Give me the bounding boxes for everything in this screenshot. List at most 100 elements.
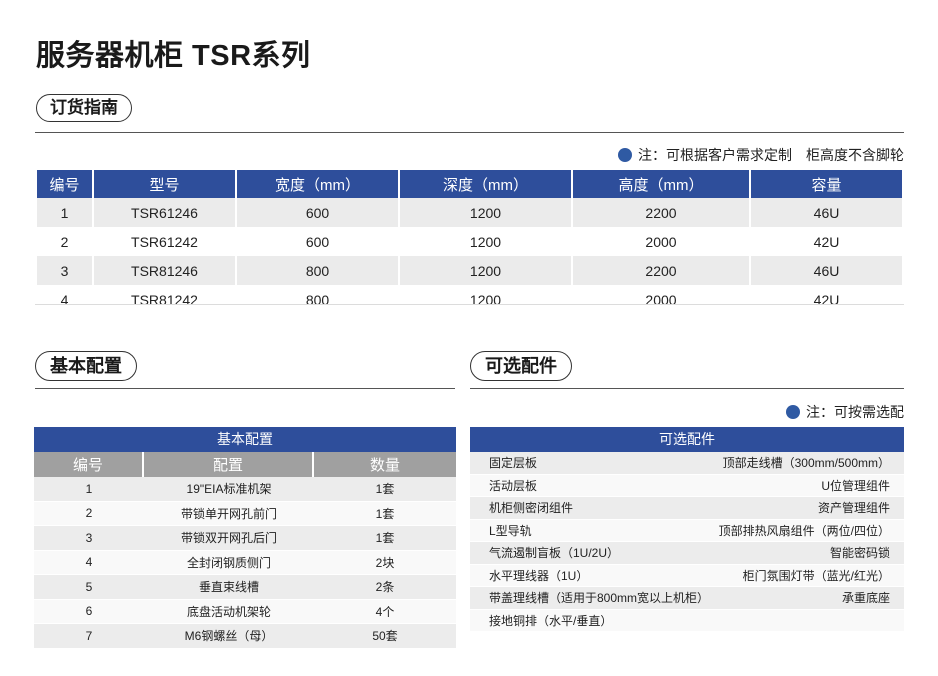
header-depth: 深度（mm） (400, 170, 571, 198)
cell-quantity: 1套 (314, 477, 456, 502)
item-left: 固定层板 (489, 456, 538, 471)
item-right: 顶部排热风扇组件（两位/四位） (718, 523, 890, 538)
list-item: 气流遏制盲板（1U/2U） 智能密码锁 (470, 542, 904, 565)
item-left: 机柜侧密闭组件 (489, 501, 574, 516)
section-divider (470, 388, 904, 389)
table-bottom-rule (35, 304, 904, 305)
item-left: 接地铜排（水平/垂直） (489, 613, 613, 628)
cell-width: 800 (237, 285, 398, 314)
cell-config: M6钢螺丝（母） (144, 624, 314, 649)
header-height: 高度（mm） (573, 170, 749, 198)
table-row: 4 全封闭钢质侧门 2块 (34, 550, 456, 575)
header-quantity: 数量 (314, 452, 456, 477)
cell-number: 4 (34, 550, 144, 575)
optional-note-text: 注：可按需选配 (806, 404, 904, 420)
table-row: 5 垂直束线槽 2条 (34, 575, 456, 600)
cell-height: 2000 (573, 285, 749, 314)
table-row: 6 底盘活动机架轮 4个 (34, 599, 456, 624)
cell-model: TSR61242 (94, 227, 235, 256)
cell-quantity: 50套 (314, 624, 456, 649)
cell-width: 800 (237, 256, 398, 285)
item-left: L型导轨 (489, 523, 532, 538)
cell-quantity: 2块 (314, 550, 456, 575)
cell-config: 垂直束线槽 (144, 575, 314, 600)
ordering-note-text: 注：可根据客户需求定制 柜高度不含脚轮 (638, 147, 904, 163)
cell-number: 3 (34, 526, 144, 551)
cell-config: 带锁双开网孔后门 (144, 526, 314, 551)
list-item: 水平理线器（1U） 柜门氛围灯带（蓝光/红光） (470, 564, 904, 587)
item-right: U位管理组件 (821, 478, 890, 493)
list-item: 固定层板 顶部走线槽（300mm/500mm） (470, 452, 904, 475)
item-right: 资产管理组件 (817, 501, 890, 516)
item-left: 气流遏制盲板（1U/2U） (489, 546, 620, 561)
ordering-note: 注：可根据客户需求定制 柜高度不含脚轮 (618, 145, 904, 165)
table-row: 3 带锁双开网孔后门 1套 (34, 526, 456, 551)
item-left: 水平理线器（1U） (489, 568, 589, 583)
table-row: 7 M6钢螺丝（母） 50套 (34, 624, 456, 649)
item-left: 活动层板 (489, 478, 538, 493)
table-row: 1 TSR61246 600 1200 2200 46U (37, 198, 902, 227)
cell-height: 2200 (573, 256, 749, 285)
item-right: 顶部走线槽（300mm/500mm） (722, 456, 890, 471)
section-label-ordering: 订货指南 (36, 94, 132, 122)
item-right: 承重底座 (841, 591, 890, 606)
section-divider (35, 132, 904, 133)
cell-config: 全封闭钢质侧门 (144, 550, 314, 575)
cell-width: 600 (237, 198, 398, 227)
cell-number: 2 (37, 227, 92, 256)
header-width: 宽度（mm） (237, 170, 398, 198)
cell-number: 6 (34, 599, 144, 624)
list-item: 接地铜排（水平/垂直） (470, 609, 904, 632)
optional-table-title: 可选配件 (470, 427, 904, 452)
cell-quantity: 4个 (314, 599, 456, 624)
cell-capacity: 42U (751, 227, 902, 256)
cell-number: 5 (34, 575, 144, 600)
optional-note: 注：可按需选配 (786, 402, 904, 422)
optional-accessories-table: 可选配件 固定层板 顶部走线槽（300mm/500mm） 活动层板 U位管理组件… (470, 427, 904, 632)
header-capacity: 容量 (751, 170, 902, 198)
table-row: 4 TSR81242 800 1200 2000 42U (37, 285, 902, 314)
cell-model: TSR61246 (94, 198, 235, 227)
cell-number: 7 (34, 624, 144, 649)
cell-width: 600 (237, 227, 398, 256)
page-title: 服务器机柜 TSR系列 (36, 40, 311, 72)
item-left: 带盖理线槽（适用于800mm宽以上机柜） (489, 591, 710, 606)
header-model: 型号 (94, 170, 235, 198)
list-item: 机柜侧密闭组件 资产管理组件 (470, 497, 904, 520)
cell-config: 19"EIA标准机架 (144, 477, 314, 502)
cell-capacity: 46U (751, 198, 902, 227)
list-item: L型导轨 顶部排热风扇组件（两位/四位） (470, 519, 904, 542)
table-row: 3 TSR81246 800 1200 2200 46U (37, 256, 902, 285)
list-item: 带盖理线槽（适用于800mm宽以上机柜） 承重底座 (470, 587, 904, 610)
cell-height: 2200 (573, 198, 749, 227)
cell-model: TSR81246 (94, 256, 235, 285)
cell-number: 1 (37, 198, 92, 227)
header-number: 编号 (34, 452, 144, 477)
cell-number: 3 (37, 256, 92, 285)
basic-config-table: 基本配置 编号 配置 数量 1 19"EIA标准机架 1套 2 带锁单开网孔前门… (34, 427, 456, 649)
cell-depth: 1200 (400, 227, 571, 256)
cell-depth: 1200 (400, 285, 571, 314)
header-config: 配置 (144, 452, 314, 477)
cell-number: 4 (37, 285, 92, 314)
cell-capacity: 46U (751, 256, 902, 285)
cell-quantity: 1套 (314, 526, 456, 551)
table-row: 2 带锁单开网孔前门 1套 (34, 501, 456, 526)
item-right: 柜门氛围灯带（蓝光/红光） (742, 568, 890, 583)
cell-quantity: 1套 (314, 501, 456, 526)
ordering-table: 编号 型号 宽度（mm） 深度（mm） 高度（mm） 容量 1 TSR61246… (35, 170, 904, 314)
item-right: 智能密码锁 (829, 546, 890, 561)
table-row: 2 TSR61242 600 1200 2000 42U (37, 227, 902, 256)
section-divider (35, 388, 455, 389)
list-item: 活动层板 U位管理组件 (470, 474, 904, 497)
header-number: 编号 (37, 170, 92, 198)
cell-number: 2 (34, 501, 144, 526)
note-dot-icon (618, 148, 632, 162)
note-dot-icon (786, 405, 800, 419)
cell-depth: 1200 (400, 198, 571, 227)
section-label-optional: 可选配件 (470, 351, 572, 381)
table-row: 1 19"EIA标准机架 1套 (34, 477, 456, 502)
cell-model: TSR81242 (94, 285, 235, 314)
cell-quantity: 2条 (314, 575, 456, 600)
cell-config: 底盘活动机架轮 (144, 599, 314, 624)
